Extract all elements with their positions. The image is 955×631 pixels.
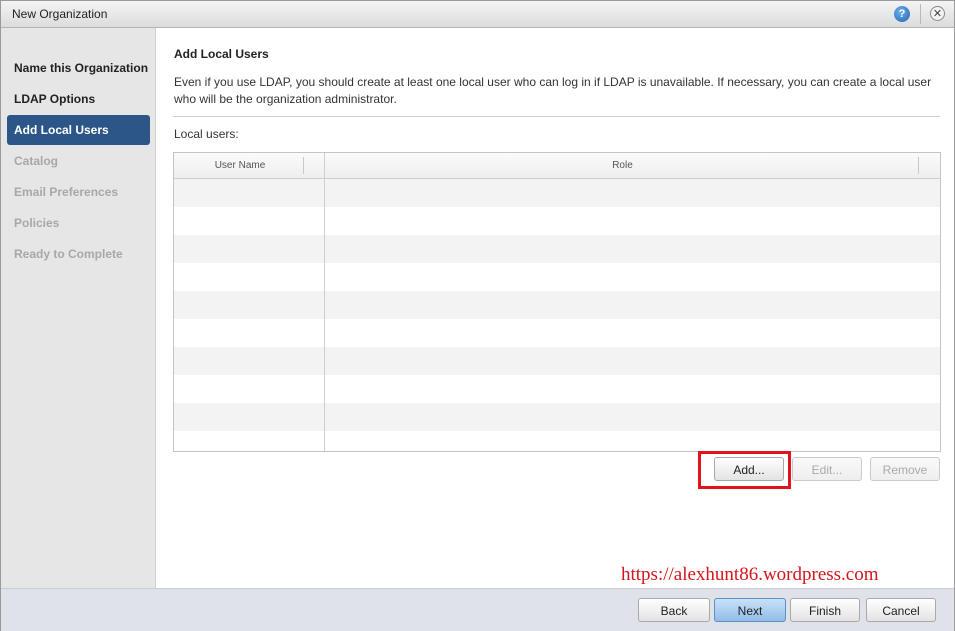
table-row [174,347,940,375]
back-button[interactable]: Back [638,598,710,622]
table-header: User Name Role [174,153,940,179]
table-row [174,403,940,431]
wizard-steps-sidebar: Name this Organization LDAP Options Add … [1,28,156,588]
step-name-this-organization[interactable]: Name this Organization [7,53,150,83]
remove-user-button: Remove [870,457,940,481]
page-description: Even if you use LDAP, you should create … [174,75,932,106]
watermark-url: https://alexhunt86.wordpress.com [621,564,879,585]
step-policies: Policies [14,216,60,230]
section-divider [173,116,940,117]
step-add-local-users[interactable]: Add Local Users [7,115,150,145]
table-row [174,179,940,207]
close-icon[interactable]: ✕ [930,6,945,21]
page-title: Add Local Users [174,47,269,61]
main-content: Add Local Users Even if you use LDAP, yo… [156,28,954,588]
table-body [174,179,940,451]
help-icon[interactable]: ? [894,6,910,22]
table-row [174,375,940,403]
new-organization-dialog: New Organization ? ✕ Name this Organizat… [0,0,955,631]
table-row [174,235,940,263]
column-header-role[interactable]: Role [325,153,920,178]
cancel-button[interactable]: Cancel [866,598,936,622]
table-row [174,207,940,235]
finish-button[interactable]: Finish [790,598,860,622]
column-resizer[interactable] [918,157,919,174]
column-header-user-name[interactable]: User Name [174,153,306,178]
local-users-label: Local users: [174,127,239,141]
table-row [174,431,940,451]
table-row [174,291,940,319]
step-ready-to-complete: Ready to Complete [14,247,123,261]
table-row [174,263,940,291]
dialog-title: New Organization [12,7,108,21]
add-user-button[interactable]: Add... [714,457,784,481]
column-resizer[interactable] [303,157,304,174]
title-bar: New Organization ? ✕ [1,1,954,28]
local-users-table[interactable]: User Name Role [173,152,941,452]
step-ldap-options[interactable]: LDAP Options [7,84,150,114]
next-button[interactable]: Next [714,598,786,622]
table-row [174,319,940,347]
dialog-footer: Back Next Finish Cancel [1,588,954,631]
step-catalog: Catalog [14,154,59,168]
title-divider [920,4,921,24]
step-email-preferences: Email Preferences [14,185,119,199]
edit-user-button: Edit... [792,457,862,481]
column-divider-line [324,153,325,451]
